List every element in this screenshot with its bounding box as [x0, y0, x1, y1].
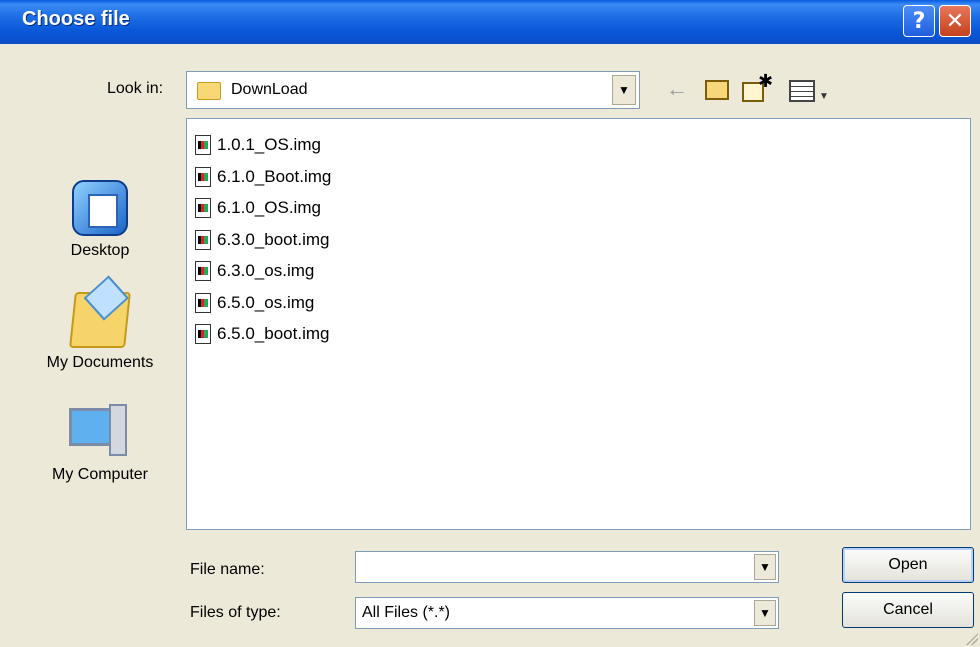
list-item[interactable]: 6.5.0_boot.img — [195, 322, 329, 346]
chevron-down-icon[interactable]: ▼ — [754, 600, 776, 626]
file-name: 6.1.0_OS.img — [217, 198, 321, 217]
list-item[interactable]: 6.3.0_os.img — [195, 259, 314, 283]
file-icon — [195, 261, 211, 281]
chevron-down-icon[interactable]: ▼ — [754, 554, 776, 580]
place-my-documents[interactable]: My Documents — [30, 292, 170, 372]
file-name: 1.0.1_OS.img — [217, 135, 321, 154]
look-in-dropdown[interactable]: DownLoad ▼ — [186, 71, 640, 109]
look-in-value: DownLoad — [231, 81, 308, 98]
file-icon — [195, 198, 211, 218]
place-label: Desktop — [70, 242, 130, 259]
file-name: 6.1.0_Boot.img — [217, 167, 332, 186]
file-name: 6.5.0_os.img — [217, 293, 315, 312]
file-type-label: Files of type: — [190, 604, 281, 621]
cancel-button[interactable]: Cancel — [842, 592, 974, 628]
view-dropdown-arrow-icon[interactable]: ▼ — [819, 86, 829, 108]
chevron-down-icon[interactable]: ▼ — [612, 75, 636, 105]
back-arrow-icon[interactable]: ← — [666, 78, 688, 100]
help-button[interactable]: ? — [903, 5, 935, 37]
desktop-icon — [72, 180, 128, 236]
file-icon — [195, 230, 211, 250]
file-icon — [195, 324, 211, 344]
file-name-label: File name: — [190, 561, 265, 578]
list-item[interactable]: 6.1.0_OS.img — [195, 196, 321, 220]
close-button[interactable]: ✕ — [939, 5, 971, 37]
place-desktop[interactable]: Desktop — [30, 180, 170, 260]
sparkle-icon: ✱ — [758, 71, 774, 91]
resize-grip-icon[interactable] — [966, 633, 978, 645]
my-documents-icon — [69, 292, 131, 348]
list-item[interactable]: 1.0.1_OS.img — [195, 133, 321, 157]
file-name: 6.3.0_os.img — [217, 261, 315, 280]
file-name-field[interactable]: ▼ — [355, 551, 779, 583]
list-item[interactable]: 6.1.0_Boot.img — [195, 165, 331, 189]
title-bar: Choose file ? ✕ — [0, 0, 980, 44]
place-label: My Computer — [51, 466, 149, 483]
file-list[interactable]: 1.0.1_OS.img 6.1.0_Boot.img 6.1.0_OS.img… — [186, 118, 971, 530]
up-one-level-icon[interactable] — [705, 80, 729, 100]
place-my-computer[interactable]: My Computer — [30, 404, 170, 484]
list-item[interactable]: 6.3.0_boot.img — [195, 228, 329, 252]
view-menu-icon[interactable] — [789, 80, 815, 102]
folder-icon — [197, 82, 221, 100]
open-button[interactable]: Open — [842, 547, 974, 583]
place-label: My Documents — [46, 354, 154, 371]
list-item[interactable]: 6.5.0_os.img — [195, 291, 314, 315]
my-computer-icon — [69, 404, 131, 460]
window-title: Choose file — [22, 8, 130, 30]
file-icon — [195, 167, 211, 187]
file-icon — [195, 293, 211, 313]
file-name: 6.5.0_boot.img — [217, 324, 330, 343]
help-icon: ? — [912, 8, 926, 34]
close-icon: ✕ — [945, 8, 965, 34]
file-icon — [195, 135, 211, 155]
look-in-label: Look in: — [107, 80, 164, 97]
file-name: 6.3.0_boot.img — [217, 230, 330, 249]
file-type-dropdown[interactable]: All Files (*.*) ▼ — [355, 597, 779, 629]
file-type-value: All Files (*.*) — [362, 604, 451, 621]
